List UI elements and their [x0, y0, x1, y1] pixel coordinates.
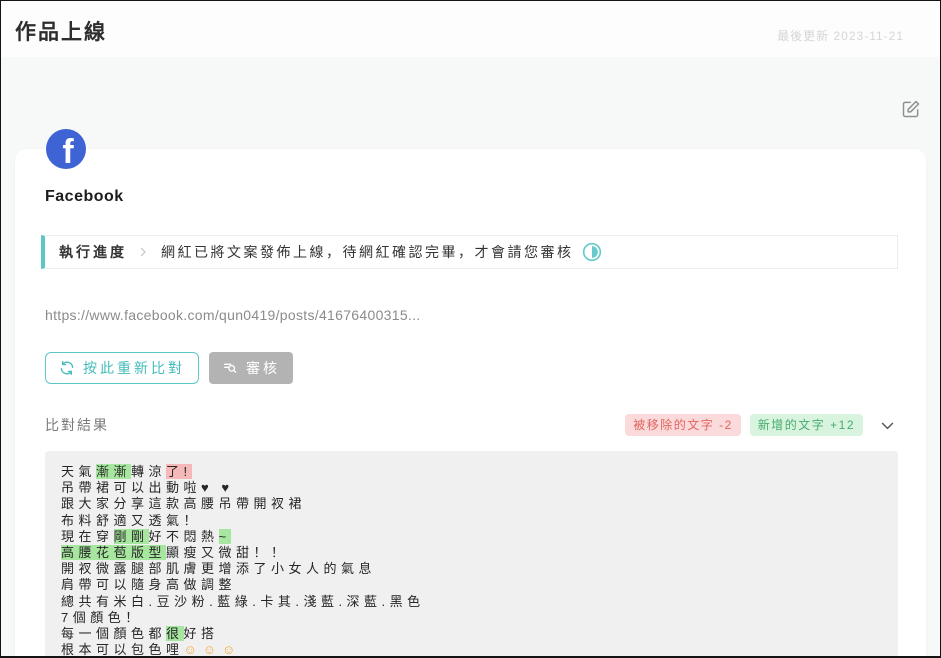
diff-line: 肩帶可以隨身高做調整	[61, 577, 882, 593]
search-list-icon	[222, 360, 238, 376]
action-buttons: 按此重新比對 審核	[45, 352, 293, 384]
post-url[interactable]: https://www.facebook.com/qun0419/posts/4…	[45, 307, 420, 323]
diff-line: 7個顏色！	[61, 610, 882, 626]
page-title: 作品上線	[15, 16, 107, 46]
page-header: 作品上線 最後更新 2023-11-21	[1, 1, 940, 57]
diff-line: 高腰花苞版型顯瘦又微甜！！	[61, 545, 882, 561]
facebook-icon: f	[46, 129, 86, 169]
diff-line: 總共有米白.豆沙粉.藍綠.卡其.淺藍.深藍.黑色	[61, 594, 882, 610]
diff-line: 現在穿剛剛好不悶熱~	[61, 529, 882, 545]
refresh-icon	[59, 360, 75, 376]
edit-square-icon	[901, 107, 921, 122]
edit-button[interactable]	[898, 97, 924, 123]
diff-line: 每一個顏色都很好搭	[61, 626, 882, 642]
added-text-badge: 新增的文字 +12	[750, 414, 863, 436]
diff-line: 開衩微露腿部肌膚更增添了小女人的氣息	[61, 561, 882, 577]
progress-message: 網紅已將文案發佈上線，待網紅確認完畢，才會請您審核	[161, 242, 574, 262]
progress-label: 執行進度	[59, 242, 127, 262]
comparison-result-row: 比對結果 被移除的文字 -2 新增的文字 +12	[45, 413, 896, 437]
comparison-result-label: 比對結果	[45, 415, 109, 435]
review-button-label: 審核	[246, 358, 280, 378]
progress-strip: 執行進度 網紅已將文案發佈上線，待網紅確認完畢，才會請您審核	[41, 235, 898, 269]
chevron-down-icon[interactable]	[879, 417, 896, 434]
screen: 作品上線 最後更新 2023-11-21 f Facebook 執行進度 網紅已…	[0, 0, 941, 658]
recompare-button-label: 按此重新比對	[83, 358, 185, 378]
diff-content: 天氣漸漸轉涼了!吊帶裙可以出動啦♥ ♥跟大家分享這款高腰吊帶開衩裙布料舒適又透氣…	[45, 451, 898, 658]
chevron-right-icon	[137, 246, 149, 258]
recompare-button[interactable]: 按此重新比對	[45, 352, 199, 384]
review-button[interactable]: 審核	[209, 352, 293, 384]
diff-line: 跟大家分享這款高腰吊帶開衩裙	[61, 496, 882, 512]
diff-line: 布料舒適又透氣！	[61, 513, 882, 529]
diff-line: 天氣漸漸轉涼了!	[61, 464, 882, 480]
platform-name: Facebook	[45, 188, 124, 206]
half-circle-icon	[582, 242, 602, 262]
diff-line: 吊帶裙可以出動啦♥ ♥	[61, 480, 882, 496]
last-updated-label: 最後更新 2023-11-21	[777, 27, 904, 44]
removed-text-badge: 被移除的文字 -2	[625, 414, 741, 436]
facebook-logo-letter: f	[48, 129, 86, 169]
diff-line: 根本可以包色哩☺☺☺	[61, 642, 882, 658]
